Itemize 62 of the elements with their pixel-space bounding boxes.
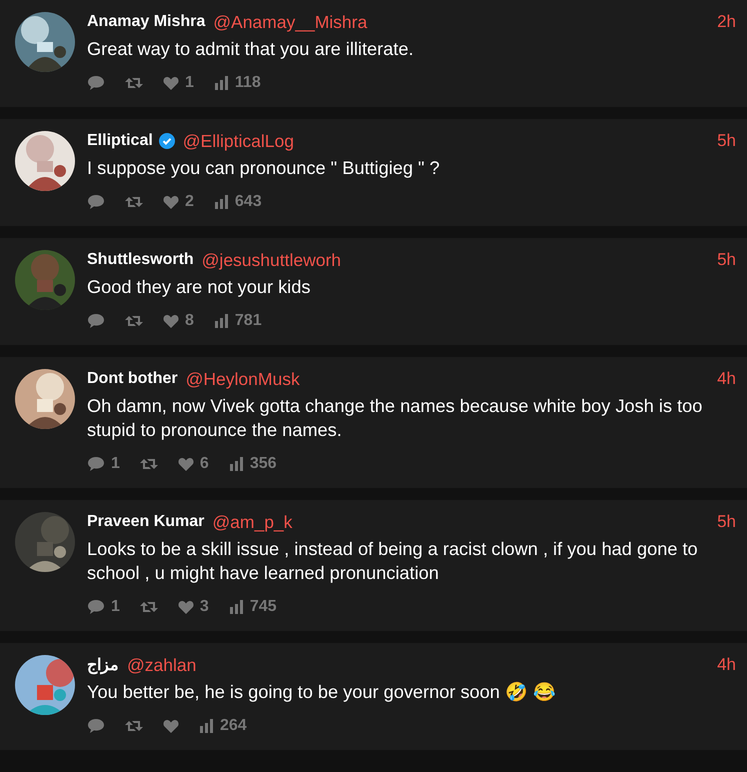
view-count: 264	[220, 717, 247, 735]
user-handle: @Anamay__Mishra	[213, 12, 368, 32]
reply-count: 1	[111, 455, 120, 473]
timestamp: 5h	[717, 131, 736, 151]
view-count: 643	[234, 193, 262, 211]
verified-icon	[158, 133, 175, 149]
user-handle: @HeylonMusk	[186, 368, 300, 390]
user-name: مزاج	[87, 656, 119, 675]
view-count: 118	[234, 74, 261, 92]
timestamp: 5h	[717, 512, 736, 532]
user-name: Dont bother	[87, 370, 178, 388]
heart-icon[interactable]	[178, 599, 194, 615]
user-name: Elliptical	[87, 132, 153, 150]
view-count: 356	[250, 455, 277, 473]
user-name: Praveen Kumar	[87, 513, 204, 531]
comment-icon[interactable]	[87, 194, 105, 210]
repost-icon[interactable]	[125, 313, 143, 329]
user-handle: @am_p_k	[212, 512, 292, 532]
reply-text: I suppose you can pronounce " Buttigieg " ?	[87, 157, 441, 180]
comment-icon[interactable]	[87, 313, 105, 329]
bar-chart-icon[interactable]	[199, 718, 214, 734]
heart-icon[interactable]	[163, 75, 179, 91]
like-count: 6	[200, 455, 209, 473]
like-count: 2	[185, 193, 194, 211]
timestamp: 4h	[717, 369, 736, 389]
repost-icon[interactable]	[125, 194, 143, 210]
user-handle: @EllipticalLog	[182, 130, 294, 152]
timestamp: 4h	[717, 655, 736, 675]
bar-chart-icon[interactable]	[214, 75, 229, 91]
user-handle: @jesushuttleworh	[202, 250, 342, 270]
reply-text: Looks to be a skill issue , instead of being a racist clown , if you had gone to school , u might have learned pronunciation	[87, 538, 699, 585]
comment-icon[interactable]	[87, 75, 105, 91]
like-count: 3	[200, 598, 209, 616]
comment-icon[interactable]	[87, 456, 105, 472]
heart-icon[interactable]	[178, 456, 194, 472]
comment-icon[interactable]	[87, 718, 105, 734]
repost-icon[interactable]	[125, 75, 143, 91]
heart-icon[interactable]	[163, 718, 179, 734]
comment-icon[interactable]	[87, 599, 105, 615]
reply-text: Oh damn, now Vivek gotta change the names because white boy Josh is too stupid to pronounce the names.	[87, 395, 704, 442]
view-count: 781	[234, 312, 262, 330]
view-count: 745	[250, 598, 277, 616]
repost-icon[interactable]	[140, 599, 158, 615]
user-handle: @zahlan	[127, 654, 196, 676]
like-count: 1	[185, 74, 194, 92]
timestamp: 2h	[717, 12, 736, 32]
bar-chart-icon[interactable]	[228, 599, 244, 615]
user-name: Anamay Mishra	[87, 13, 206, 31]
bar-chart-icon[interactable]	[214, 313, 229, 329]
reply-count: 1	[111, 598, 120, 616]
reply-text: Good they are not your kids	[87, 276, 312, 299]
heart-icon[interactable]	[163, 194, 179, 210]
timestamp: 5h	[717, 250, 736, 270]
user-name: Shuttlesworth	[87, 251, 194, 269]
heart-icon[interactable]	[163, 313, 179, 329]
reply-text: Great way to admit that you are illiterate.	[87, 38, 415, 61]
reply-text: You better be, he is going to be your governor soon 🤣 😂	[87, 680, 557, 704]
repost-icon[interactable]	[140, 456, 158, 472]
like-count: 8	[185, 312, 194, 330]
repost-icon[interactable]	[125, 718, 143, 734]
bar-chart-icon[interactable]	[214, 194, 229, 210]
bar-chart-icon[interactable]	[228, 456, 244, 472]
